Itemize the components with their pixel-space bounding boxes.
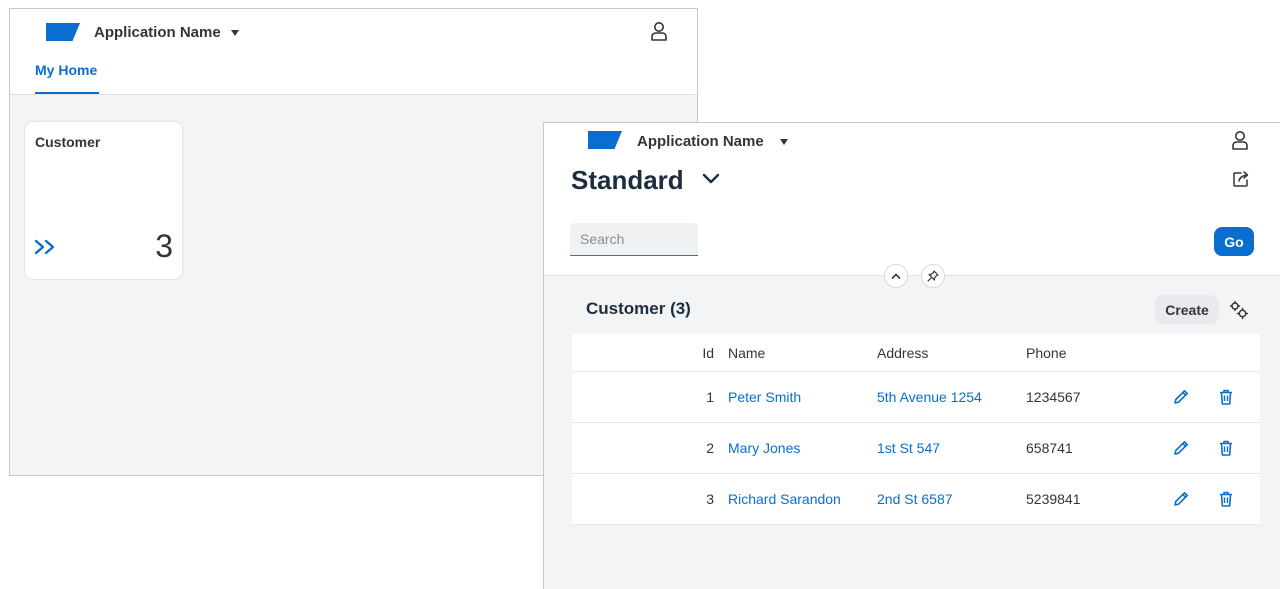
tile-count: 3 <box>155 228 173 264</box>
table-row[interactable]: 2 Mary Jones 1st St 547 658741 <box>572 423 1260 474</box>
column-header-id[interactable]: Id <box>702 345 714 361</box>
shell-bar: Application Name My Home <box>10 9 697 95</box>
tab-selected-indicator <box>35 92 99 94</box>
customer-tile[interactable]: Customer 3 <box>25 122 182 279</box>
customer-table: Id Name Address Phone 1 Peter Smith 5th … <box>572 334 1260 525</box>
pin-header-button[interactable] <box>921 264 945 288</box>
cell-address-link[interactable]: 5th Avenue 1254 <box>877 389 982 405</box>
edit-icon[interactable] <box>1172 439 1190 457</box>
app-name-menu[interactable]: Application Name <box>637 133 764 150</box>
delete-icon[interactable] <box>1217 388 1235 406</box>
brand-logo[interactable] <box>46 23 80 41</box>
share-icon[interactable] <box>1232 170 1250 188</box>
table-row[interactable]: 3 Richard Sarandon 2nd St 6587 5239841 <box>572 474 1260 525</box>
brand-logo[interactable] <box>588 131 622 149</box>
delete-icon[interactable] <box>1217 439 1235 457</box>
variant-title[interactable]: Standard <box>571 165 684 196</box>
list-report-header: Application Name Standard Go <box>544 123 1280 276</box>
user-icon[interactable] <box>1231 130 1249 150</box>
cell-name-link[interactable]: Peter Smith <box>728 389 801 405</box>
cell-name-link[interactable]: Richard Sarandon <box>728 491 841 507</box>
go-button[interactable]: Go <box>1214 227 1254 256</box>
search-input[interactable] <box>570 223 698 256</box>
cell-name-link[interactable]: Mary Jones <box>728 440 800 456</box>
chevron-down-icon[interactable] <box>702 172 720 186</box>
app-name-menu[interactable]: Application Name <box>94 24 221 41</box>
user-icon[interactable] <box>650 21 668 41</box>
cell-id: 3 <box>706 491 714 507</box>
table-header-row: Id Name Address Phone <box>572 334 1260 372</box>
delete-icon[interactable] <box>1217 490 1235 508</box>
column-header-phone[interactable]: Phone <box>1026 345 1066 361</box>
cell-phone: 658741 <box>1026 440 1073 456</box>
cell-id: 2 <box>706 440 714 456</box>
chevron-down-icon[interactable] <box>780 139 788 145</box>
chevron-down-icon[interactable] <box>231 30 239 36</box>
edit-icon[interactable] <box>1172 490 1190 508</box>
cell-phone: 1234567 <box>1026 389 1081 405</box>
tab-my-home[interactable]: My Home <box>35 62 97 78</box>
double-chevron-right-icon <box>34 239 55 255</box>
list-report-window: Application Name Standard Go Customer (3… <box>543 122 1280 589</box>
collapse-up-icon <box>891 273 901 279</box>
collapse-header-button[interactable] <box>884 264 908 288</box>
cell-address-link[interactable]: 2nd St 6587 <box>877 491 953 507</box>
table-row[interactable]: 1 Peter Smith 5th Avenue 1254 1234567 <box>572 372 1260 423</box>
edit-icon[interactable] <box>1172 388 1190 406</box>
column-header-address[interactable]: Address <box>877 345 928 361</box>
create-button[interactable]: Create <box>1155 295 1219 324</box>
tile-title: Customer <box>35 134 101 150</box>
table-title: Customer (3) <box>586 299 691 318</box>
pin-icon <box>927 270 939 282</box>
settings-icon[interactable] <box>1229 300 1249 320</box>
cell-address-link[interactable]: 1st St 547 <box>877 440 940 456</box>
cell-id: 1 <box>706 389 714 405</box>
cell-phone: 5239841 <box>1026 491 1081 507</box>
column-header-name[interactable]: Name <box>728 345 765 361</box>
